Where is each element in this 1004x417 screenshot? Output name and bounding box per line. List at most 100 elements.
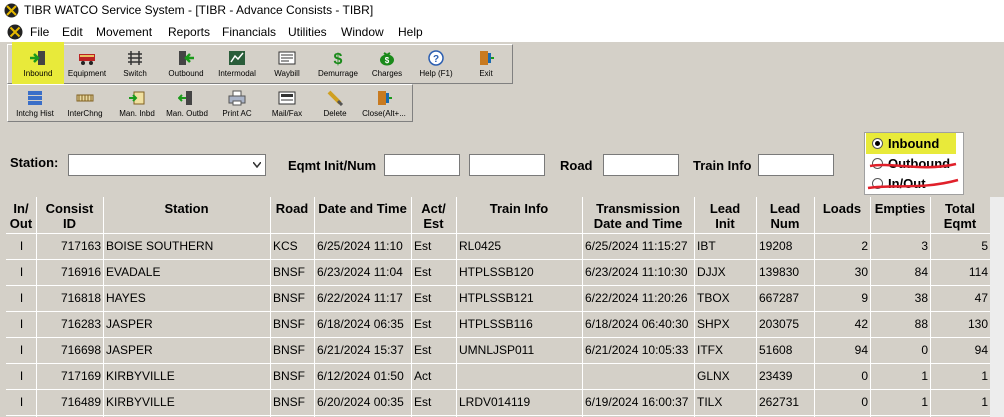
header-road[interactable]: Road (270, 197, 314, 233)
cell-lead-init: TBOX (697, 291, 730, 305)
menu-window[interactable]: Window (341, 25, 384, 39)
train-info-input[interactable] (758, 154, 834, 176)
close-button[interactable]: Close(Alt+... (358, 85, 410, 121)
table-row[interactable]: I 716818 HAYES BNSF 6/22/2024 11:17 Est HTPLSS… (6, 285, 990, 311)
cell-empties: 1 (921, 369, 928, 383)
cell-lead-num: 667287 (759, 291, 800, 305)
header-transmission-date-time[interactable]: Transmission Date and Time (582, 197, 694, 233)
demurrage-icon: $ (334, 51, 343, 66)
header-loads[interactable]: Loads (814, 197, 870, 233)
manual-inbound-button[interactable]: Man. Inbd (112, 85, 162, 121)
header-station[interactable]: Station (103, 197, 270, 233)
cell-station: KIRBYVILLE (106, 395, 175, 409)
help-icon: ? (428, 50, 444, 66)
mail-fax-button[interactable]: Mail/Fax (262, 85, 312, 121)
table-row[interactable]: I 717169 KIRBYVILLE BNSF 6/12/2024 01:50 Act G… (6, 363, 990, 389)
manual-outbound-button[interactable]: Man. Outbd (162, 85, 212, 121)
inbound-radio-label[interactable]: Inbound (888, 136, 939, 151)
menu-file[interactable]: File (30, 25, 49, 39)
header-lead-num[interactable]: Lead Num (756, 197, 814, 233)
cell-empties: 84 (914, 265, 928, 279)
train-info-label: Train Info (693, 158, 752, 173)
eqmt-num-input[interactable] (469, 154, 545, 176)
header-total-eqmt[interactable]: Total Eqmt (930, 197, 990, 233)
interchange-button[interactable]: InterChng (62, 85, 108, 121)
eqmt-init-input[interactable] (384, 154, 460, 176)
equipment-icon (79, 54, 95, 65)
cell-train-info: LRDV014119 (459, 395, 531, 409)
menu-help[interactable]: Help (398, 25, 423, 39)
vertical-scrollbar[interactable] (990, 197, 1004, 417)
toolbar-label: Demurrage (317, 69, 358, 78)
header-lead-init[interactable]: Lead Init (694, 197, 756, 233)
manual-inbound-icon (129, 91, 145, 105)
cell-road: BNSF (273, 317, 306, 331)
menu-reports[interactable]: Reports (168, 25, 210, 39)
station-select[interactable] (68, 154, 266, 176)
header-train-info[interactable]: Train Info (456, 197, 582, 233)
cell-transmission-date-time: 6/18/2024 06:40:30 (585, 317, 689, 331)
waybill-button[interactable]: Waybill (262, 45, 312, 81)
cell-train-info: HTPLSSB121 (459, 291, 534, 305)
cell-total-eqmt: 94 (974, 343, 988, 357)
delete-icon (327, 90, 344, 106)
menu-edit[interactable]: Edit (62, 25, 83, 39)
cell-empties: 3 (921, 239, 928, 253)
delete-button[interactable]: Delete (312, 85, 358, 121)
cell-lead-init: SHPX (697, 317, 730, 331)
intermodal-button[interactable]: Intermodal (212, 45, 262, 81)
cell-in-out: I (19, 317, 24, 331)
cell-act-est: Act (414, 369, 432, 383)
cell-act-est: Est (414, 265, 432, 279)
cell-train-info: HTPLSSB120 (459, 265, 534, 279)
cell-date-time: 6/21/2024 15:37 (317, 343, 404, 357)
cell-empties: 88 (914, 317, 928, 331)
header-act-est[interactable]: Act/Est (411, 197, 456, 233)
switch-button[interactable]: Switch (110, 45, 160, 81)
help-button[interactable]: ? Help (F1) (410, 45, 462, 81)
table-row[interactable]: I 716916 EVADALE BNSF 6/23/2024 11:04 Est HTPL… (6, 259, 990, 285)
cell-consist-id: 716818 (60, 291, 101, 305)
cell-transmission-date-time: 6/23/2024 11:10:30 (585, 265, 688, 279)
charges-icon: $ (380, 52, 394, 66)
system-menu-icon[interactable] (7, 24, 23, 40)
header-date-time[interactable]: Date and Time (314, 197, 411, 233)
cell-in-out: I (19, 265, 24, 279)
outbound-button[interactable]: Outbound (160, 45, 212, 81)
table-row[interactable]: I 717163 BOISE SOUTHERN KCS 6/25/2024 11:10 E… (6, 233, 990, 259)
inbound-button[interactable]: Inbound (12, 45, 64, 81)
road-input[interactable] (603, 154, 679, 176)
outbound-icon (179, 51, 194, 65)
inbound-radio[interactable] (872, 138, 883, 149)
interchange-history-button[interactable]: Intchg Hist (12, 85, 58, 121)
menu-utilities[interactable]: Utilities (288, 25, 327, 39)
intermodal-icon (229, 51, 245, 65)
table-row[interactable]: I 716489 KIRBYVILLE BNSF 6/20/2024 00:35 Est L… (6, 389, 990, 415)
header-consist-id[interactable]: Consist ID (36, 197, 103, 233)
cell-date-time: 6/23/2024 11:04 (317, 265, 403, 279)
cell-in-out: I (19, 369, 24, 383)
charges-button[interactable]: $ Charges (364, 45, 410, 81)
cell-empties: 38 (914, 291, 928, 305)
menu-movement[interactable]: Movement (96, 25, 152, 39)
header-in-out[interactable]: In/Out (6, 197, 36, 233)
cell-consist-id: 716489 (60, 395, 101, 409)
cell-road: KCS (273, 239, 298, 253)
cell-loads: 94 (854, 343, 868, 357)
exit-button[interactable]: Exit (462, 45, 510, 81)
cell-loads: 0 (861, 369, 868, 383)
demurrage-button[interactable]: $ Demurrage (312, 45, 364, 81)
equipment-button[interactable]: Equipment (64, 45, 110, 81)
toolbar-label: Delete (323, 109, 347, 118)
cell-lead-num: 19208 (759, 239, 793, 253)
cell-transmission-date-time: 6/19/2024 16:00:37 (585, 395, 689, 409)
print-ac-button[interactable]: Print AC (212, 85, 262, 121)
table-row[interactable]: I 716283 JASPER BNSF 6/18/2024 06:35 Est HTPLS… (6, 311, 990, 337)
table-row[interactable]: I 716698 JASPER BNSF 6/21/2024 15:37 Est UMNLJ… (6, 337, 990, 363)
cell-loads: 30 (854, 265, 868, 279)
header-empties[interactable]: Empties (870, 197, 930, 233)
toolbar-label: Charges (371, 69, 403, 78)
menu-financials[interactable]: Financials (222, 25, 276, 39)
red-strike-annotation (867, 162, 959, 190)
toolbar-label: Waybill (274, 69, 300, 78)
